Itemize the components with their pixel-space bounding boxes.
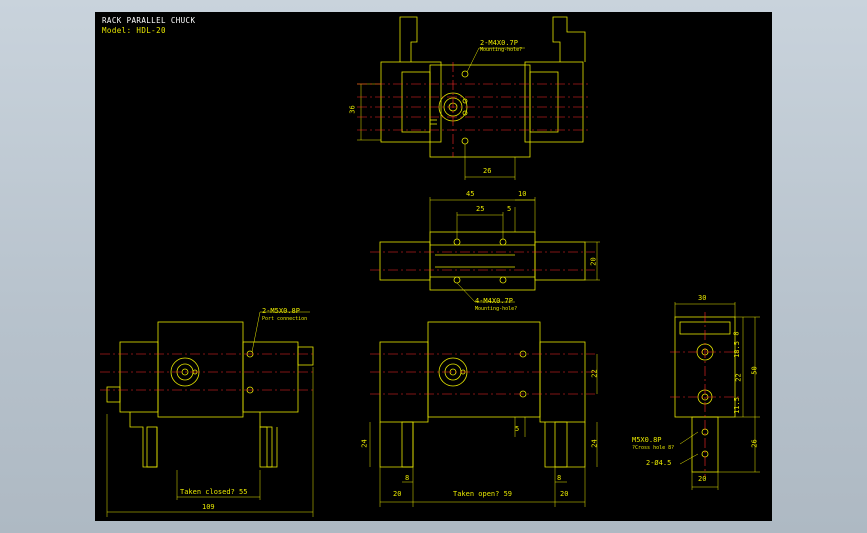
left-callout-note: Port connection <box>262 316 308 322</box>
front-dim-20-right: 20 <box>560 490 569 498</box>
side-dim-8: 8 <box>732 331 741 336</box>
front-dim-24-left: 24 <box>360 439 369 448</box>
front-dim-24-right: 24 <box>590 439 599 448</box>
drawing-title: RACK PARALLEL CHUCK <box>102 16 196 25</box>
front-dim-20-left: 20 <box>393 490 402 498</box>
front-dim-22: 22 <box>590 369 599 378</box>
top-dim-height: 36 <box>348 105 357 114</box>
top-view <box>357 16 586 180</box>
side-callout-port-note: ?Cross hole 8? <box>632 445 675 451</box>
top-callout-note: Mounting-hole? <box>480 47 523 53</box>
side-view <box>674 302 760 490</box>
mid-dim-small: 5 <box>507 205 512 213</box>
front-dim-8-left: 8 <box>405 474 410 482</box>
model-label: Model: HDL-20 <box>102 26 166 35</box>
mid-dim-end: 10 <box>518 190 527 198</box>
top-callout: 2-M4X0.7P <box>480 39 518 47</box>
mid-dim-total: 45 <box>466 190 475 198</box>
left-view <box>106 311 314 517</box>
side-dim-30: 30 <box>698 294 707 302</box>
left-dim-closed: Taken closed? 55 <box>180 488 248 496</box>
front-dim-open: Taken open? 59 <box>453 490 513 498</box>
left-dim-total: 109 <box>202 503 215 511</box>
side-dim-11-5: 11.5 <box>732 397 741 414</box>
side-callout-port: M5X0.8P <box>632 436 662 444</box>
side-dim-50: 50 <box>750 366 759 375</box>
mid-callout-note: Mounting-hole? <box>475 306 518 312</box>
mid-dim-pitch: 25 <box>476 205 485 213</box>
side-dim-20: 20 <box>698 475 707 483</box>
front-dim-5: 5 <box>515 425 520 433</box>
mid-callout: 4-M4X0.7P <box>475 297 513 305</box>
middle-view <box>379 197 600 303</box>
side-dim-18-5: 18.5 <box>732 341 741 358</box>
top-dim-width: 26 <box>483 167 492 175</box>
front-dim-8-right: 8 <box>557 474 562 482</box>
side-dim-22: 22 <box>734 373 743 382</box>
mid-dim-height: 20 <box>589 257 598 266</box>
cad-drawing-viewport[interactable]: RACK PARALLEL CHUCK Model: HDL-20 2-M4X0… <box>95 12 772 521</box>
left-callout: 2-M5X0.8P <box>262 307 300 315</box>
side-callout-hole: 2-Ø4.5 <box>646 459 672 467</box>
centerlines <box>100 62 740 477</box>
side-dim-26: 26 <box>750 439 759 448</box>
